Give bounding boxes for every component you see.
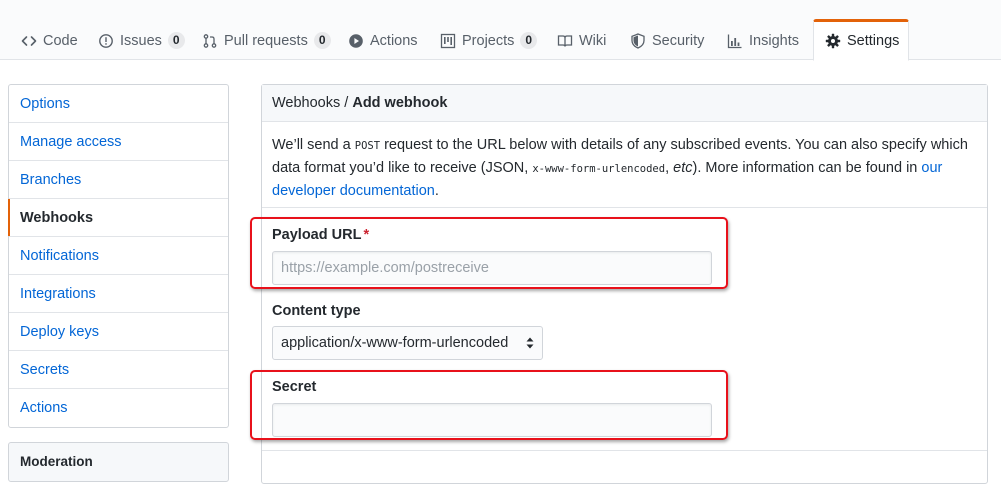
tab-security[interactable]: Security [630,20,716,61]
sidebar-item-deploy-keys[interactable]: Deploy keys [9,313,228,351]
payload-url-label: Payload URL * [272,227,369,243]
intro-text-4: ). More information can be found in [692,160,922,176]
sidebar-item-actions[interactable]: Actions [9,389,228,427]
payload-url-label-text: Payload URL [272,227,362,243]
sidebar-item-integrations[interactable]: Integrations [9,275,228,313]
tab-security-label: Security [652,32,705,49]
select-arrows-icon [526,337,534,349]
tab-settings[interactable]: Settings [813,19,909,61]
intro-em-etc: etc [673,160,693,176]
secret-input[interactable] [272,403,712,437]
secret-label: Secret [272,379,317,395]
required-asterisk: * [363,227,370,243]
form-divider [262,450,987,451]
tab-settings-label: Settings [847,33,900,49]
gear-icon [825,33,841,49]
project-icon [440,33,456,49]
settings-sidebar: Options Manage access Branches Webhooks … [8,84,229,428]
code-icon [21,33,37,49]
sidebar-item-branches[interactable]: Branches [9,161,228,199]
content-type-selected-value: application/x-www-form-urlencoded [281,335,509,351]
tab-insights[interactable]: Insights [727,20,811,61]
payload-url-input[interactable] [272,251,712,285]
tab-insights-label: Insights [749,32,799,49]
issue-icon [98,33,114,49]
intro-text-3: , [665,160,674,176]
book-icon [557,33,573,49]
tab-code[interactable]: Code [21,20,90,61]
webhook-description: We’ll send a POST request to the URL bel… [262,122,987,208]
intro-text-1: We’ll send a [272,137,355,153]
sidebar-item-options[interactable]: Options [9,85,228,123]
pull-requests-counter: 0 [313,32,331,49]
tab-actions[interactable]: Actions [348,20,430,61]
sidebar-item-manage-access[interactable]: Manage access [9,123,228,161]
breadcrumb-separator: / [340,95,353,111]
sidebar-item-notifications[interactable]: Notifications [9,237,228,275]
repo-nav-tabs: Code Issues 0 Pull requests 0 Actions Pr… [0,0,1001,61]
tab-actions-label: Actions [370,32,418,49]
issues-counter: 0 [167,32,185,49]
add-webhook-panel: Webhooks / Add webhook We’ll send a POST… [261,84,988,484]
tab-projects-label: Projects [462,32,515,49]
graph-icon [727,33,743,49]
intro-text-5: . [434,183,439,199]
shield-icon [630,32,646,49]
breadcrumb-webhooks-link[interactable]: Webhooks [272,95,340,111]
play-icon [348,33,364,49]
intro-code-urlencoded: x-www-form-urlencoded [532,163,666,175]
sidebar-item-secrets[interactable]: Secrets [9,351,228,389]
sidebar-item-webhooks[interactable]: Webhooks [8,199,228,237]
projects-counter: 0 [520,32,538,49]
breadcrumb: Webhooks / Add webhook [262,85,987,122]
tab-pull-requests[interactable]: Pull requests 0 [202,20,343,61]
breadcrumb-current: Add webhook [352,95,448,111]
tab-pull-requests-label: Pull requests [224,32,308,49]
pull-request-icon [202,33,218,49]
tab-wiki[interactable]: Wiki [557,20,618,61]
tab-wiki-label: Wiki [579,32,607,49]
intro-code-post: POST [354,140,381,152]
sidebar-section-moderation: Moderation [8,442,229,482]
tab-code-label: Code [43,32,78,49]
tab-issues[interactable]: Issues 0 [98,20,197,61]
content-type-select[interactable]: application/x-www-form-urlencoded [272,326,543,360]
content-type-label: Content type [272,303,361,319]
tab-projects[interactable]: Projects 0 [440,20,549,61]
tab-issues-label: Issues [120,32,162,49]
